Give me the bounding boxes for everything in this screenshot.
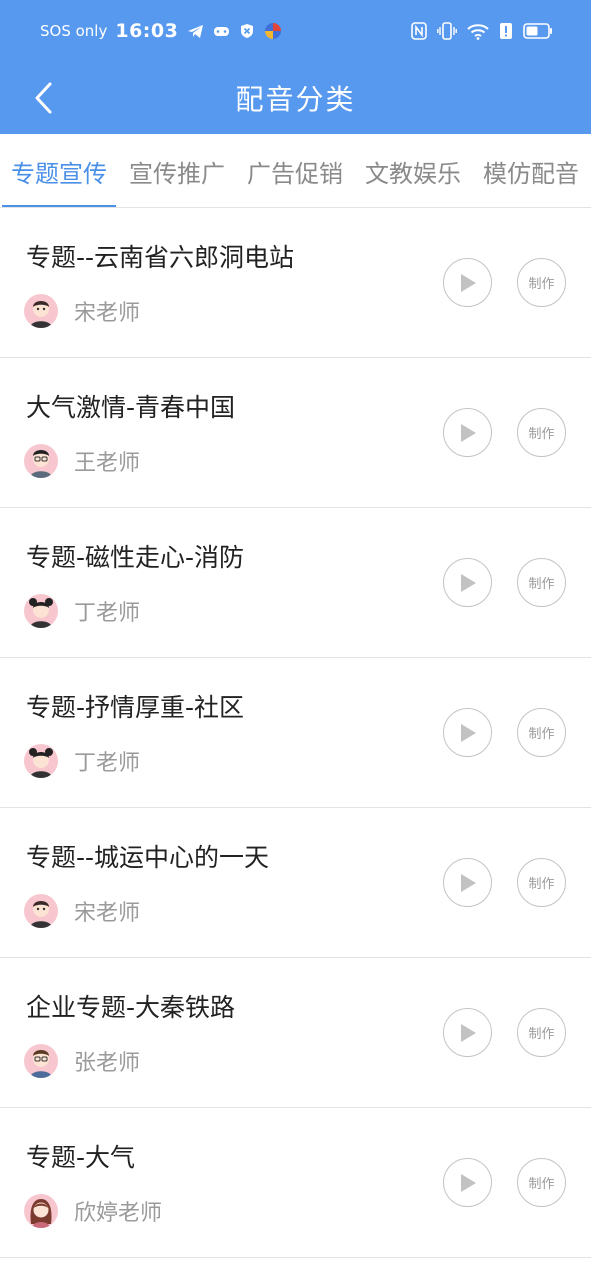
clock-time: 16:03 bbox=[115, 20, 179, 42]
item-title: 专题-抒情厚重-社区 bbox=[26, 693, 245, 722]
play-icon bbox=[460, 273, 476, 292]
make-button[interactable]: 制作 bbox=[517, 858, 566, 907]
play-icon bbox=[460, 573, 476, 592]
page-title: 配音分类 bbox=[235, 83, 356, 116]
item-title: 专题-大气 bbox=[26, 1143, 136, 1172]
play-button[interactable] bbox=[443, 858, 492, 907]
shield-icon bbox=[238, 22, 256, 40]
avatar-icon bbox=[30, 450, 52, 478]
make-button[interactable]: 制作 bbox=[517, 708, 566, 757]
item-title: 专题--城运中心的一天 bbox=[26, 843, 270, 872]
avatar bbox=[24, 1194, 58, 1228]
status-bar: SOS only 16:03 bbox=[0, 0, 591, 62]
category-tabs: 专题宣传 宣传推广 广告促销 文教娱乐 模仿配音 bbox=[0, 134, 591, 208]
play-icon bbox=[460, 1023, 476, 1042]
tab-2[interactable]: 广告促销 bbox=[236, 134, 354, 207]
vibrate-icon bbox=[437, 22, 457, 40]
avatar-icon bbox=[30, 901, 52, 928]
avatar bbox=[24, 444, 58, 478]
play-button[interactable] bbox=[443, 258, 492, 307]
make-button[interactable]: 制作 bbox=[517, 1158, 566, 1207]
tab-0[interactable]: 专题宣传 bbox=[0, 134, 118, 207]
play-button[interactable] bbox=[443, 708, 492, 757]
item-title: 企业专题-大秦铁路 bbox=[26, 993, 236, 1022]
avatar-icon bbox=[30, 301, 52, 328]
play-icon bbox=[460, 873, 476, 892]
avatar bbox=[24, 1044, 58, 1078]
author-name: 宋老师 bbox=[74, 301, 141, 326]
avatar bbox=[24, 294, 58, 328]
author-name: 丁老师 bbox=[74, 601, 141, 626]
voice-list: 专题--云南省六郎洞电站 宋老师 制作 大气激情-青春中国 王老师 制作 专题-… bbox=[0, 208, 591, 1258]
avatar bbox=[24, 744, 58, 778]
status-right bbox=[411, 22, 553, 40]
list-item[interactable]: 专题-大气 欣婷老师 制作 bbox=[0, 1108, 591, 1258]
tab-3[interactable]: 文教娱乐 bbox=[354, 134, 472, 207]
play-button[interactable] bbox=[443, 1158, 492, 1207]
item-title: 大气激情-青春中国 bbox=[26, 393, 236, 422]
play-icon bbox=[460, 723, 476, 742]
author-name: 宋老师 bbox=[74, 901, 141, 926]
list-item[interactable]: 企业专题-大秦铁路 张老师 制作 bbox=[0, 958, 591, 1108]
item-author: 丁老师 bbox=[24, 594, 140, 628]
list-item[interactable]: 专题-磁性走心-消防 丁老师 制作 bbox=[0, 508, 591, 658]
play-icon bbox=[460, 1173, 476, 1192]
tab-4[interactable]: 模仿配音 bbox=[472, 134, 590, 207]
item-author: 丁老师 bbox=[24, 744, 140, 778]
avatar bbox=[24, 894, 58, 928]
play-button[interactable] bbox=[443, 1008, 492, 1057]
item-author: 欣婷老师 bbox=[24, 1194, 162, 1228]
telegram-icon bbox=[186, 22, 204, 40]
status-left: SOS only 16:03 bbox=[40, 20, 282, 42]
battery-icon bbox=[523, 23, 553, 39]
make-button[interactable]: 制作 bbox=[517, 408, 566, 457]
make-button[interactable]: 制作 bbox=[517, 558, 566, 607]
author-name: 欣婷老师 bbox=[74, 1201, 163, 1226]
avatar bbox=[24, 594, 58, 628]
app-icon bbox=[264, 22, 282, 40]
play-button[interactable] bbox=[443, 558, 492, 607]
avatar-icon bbox=[30, 1199, 52, 1228]
item-author: 王老师 bbox=[24, 444, 140, 478]
item-title: 专题-磁性走心-消防 bbox=[26, 543, 245, 572]
alert-icon bbox=[499, 22, 513, 40]
back-button[interactable] bbox=[22, 76, 66, 120]
list-item[interactable]: 专题--城运中心的一天 宋老师 制作 bbox=[0, 808, 591, 958]
game-controller-icon bbox=[212, 22, 230, 40]
item-title: 专题--云南省六郎洞电站 bbox=[26, 243, 295, 272]
author-name: 张老师 bbox=[74, 1051, 141, 1076]
header-bar: 配音分类 bbox=[0, 62, 591, 134]
author-name: 丁老师 bbox=[74, 751, 141, 776]
wifi-icon bbox=[467, 22, 489, 40]
tab-1[interactable]: 宣传推广 bbox=[118, 134, 236, 207]
avatar-icon bbox=[29, 598, 53, 628]
make-button[interactable]: 制作 bbox=[517, 1008, 566, 1057]
author-name: 王老师 bbox=[74, 451, 141, 476]
item-author: 宋老师 bbox=[24, 894, 140, 928]
list-item[interactable]: 大气激情-青春中国 王老师 制作 bbox=[0, 358, 591, 508]
make-button[interactable]: 制作 bbox=[517, 258, 566, 307]
avatar-icon bbox=[30, 1050, 52, 1078]
item-author: 张老师 bbox=[24, 1044, 140, 1078]
list-item[interactable]: 专题--云南省六郎洞电站 宋老师 制作 bbox=[0, 208, 591, 358]
nfc-icon bbox=[411, 22, 427, 40]
chevron-left-icon bbox=[35, 82, 52, 114]
item-author: 宋老师 bbox=[24, 294, 140, 328]
play-icon bbox=[460, 423, 476, 442]
avatar-icon bbox=[29, 748, 53, 778]
carrier-text: SOS only bbox=[40, 22, 108, 40]
list-item[interactable]: 专题-抒情厚重-社区 丁老师 制作 bbox=[0, 658, 591, 808]
play-button[interactable] bbox=[443, 408, 492, 457]
